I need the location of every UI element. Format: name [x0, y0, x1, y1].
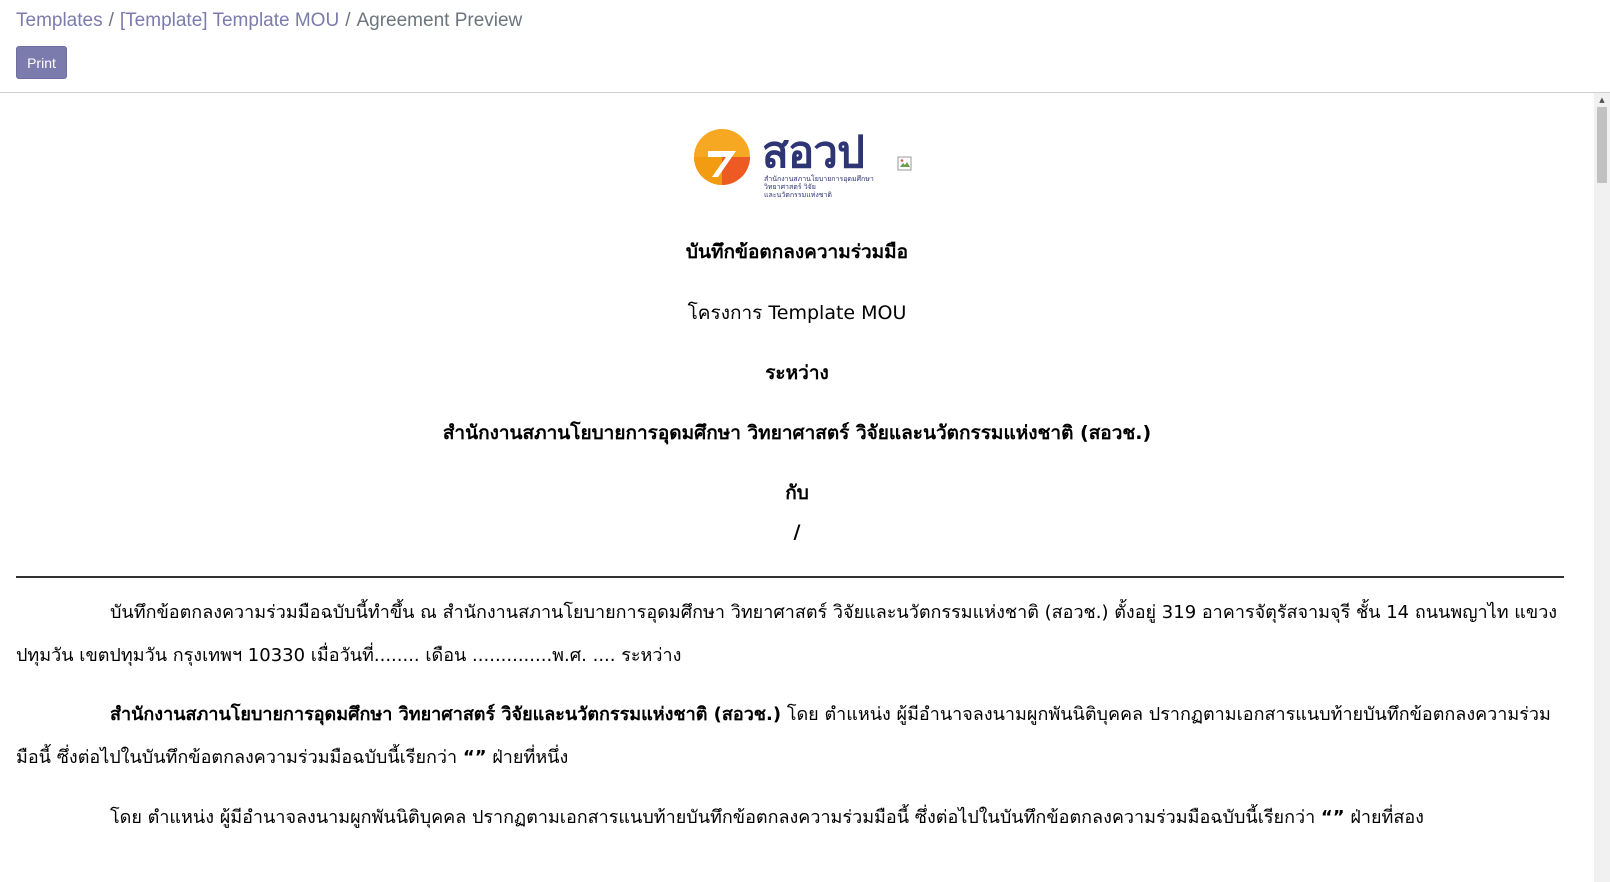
org-logo: สอวป สำนักงานสภานโยบายการอุดมศึกษา วิทยา…: [692, 123, 882, 203]
logo-row: สอวป สำนักงานสภานโยบายการอุดมศึกษา วิทยา…: [0, 123, 1594, 203]
divider: [16, 576, 1564, 578]
breadcrumb-templates-link[interactable]: Templates: [16, 10, 103, 31]
print-button[interactable]: Print: [16, 46, 67, 79]
party-one-alias: “”: [462, 747, 487, 768]
agreement-preview: สอวป สำนักงานสภานโยบายการอุดมศึกษา วิทยา…: [0, 93, 1594, 882]
document-between: ระหว่าง: [765, 362, 829, 384]
breadcrumb-current: Agreement Preview: [356, 10, 523, 31]
breadcrumb: Templates / [Template] Template MOU / Agreem…: [16, 10, 522, 32]
logo-subtitle: สำนักงานสภานโยบายการอุดมศึกษา วิทยาศาสตร…: [764, 175, 874, 199]
scroll-thumb[interactable]: [1597, 107, 1607, 183]
document-party-two-slash: /: [793, 521, 801, 543]
paragraph-intro: บันทึกข้อตกลงความร่วมมือฉบับนี้ทำขึ้น ณ …: [16, 602, 1558, 666]
party-one-label: ฝ่ายที่หนึ่ง: [486, 747, 569, 768]
logo-mark-icon: [694, 129, 750, 185]
control-panel: Templates / [Template] Template MOU / Agreem…: [0, 0, 1610, 93]
paragraph-party-two: โดย ตำแหน่ง ผู้มีอำนาจลงนามผูกพันนิติบุค…: [16, 796, 1566, 839]
document-party-one: สำนักงานสภานโยบายการอุดมศึกษา วิทยาศาสตร…: [442, 422, 1152, 444]
party-two-label: ฝ่ายที่สอง: [1344, 807, 1424, 828]
breadcrumb-separator: /: [345, 10, 351, 31]
breadcrumb-template-mou-link[interactable]: [Template] Template MOU: [120, 10, 339, 31]
party-one-name: สำนักงานสภานโยบายการอุดมศึกษา วิทยาศาสตร…: [110, 704, 782, 725]
broken-image-icon: [897, 156, 912, 171]
vertical-scrollbar[interactable]: ▲: [1594, 93, 1610, 882]
party-two-alias: “”: [1320, 807, 1345, 828]
breadcrumb-separator: /: [108, 10, 114, 31]
paragraph-party-one: สำนักงานสภานโยบายการอุดมศึกษา วิทยาศาสตร…: [16, 693, 1566, 779]
party-two-text: โดย ตำแหน่ง ผู้มีอำนาจลงนามผูกพันนิติบุค…: [110, 807, 1321, 828]
document-project: โครงการ Template MOU: [687, 302, 907, 324]
scroll-up-arrow-icon[interactable]: ▲: [1594, 93, 1610, 107]
document-with: กับ: [785, 482, 809, 504]
document-title: บันทึกข้อตกลงความร่วมมือ: [685, 241, 909, 263]
